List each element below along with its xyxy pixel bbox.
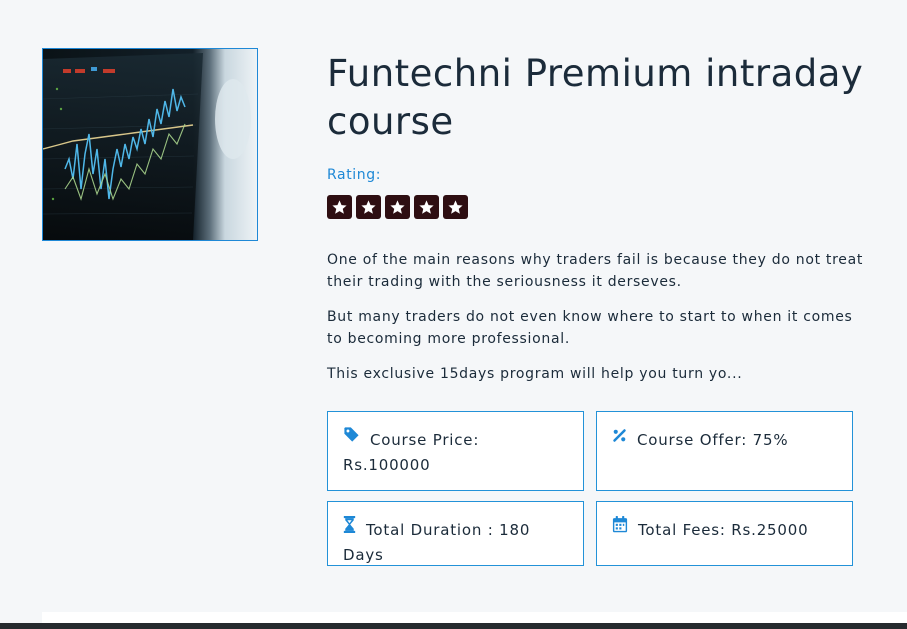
footer-bar — [0, 623, 907, 629]
star-icon — [443, 195, 468, 219]
percent-icon — [612, 426, 627, 450]
stock-chart-image — [43, 49, 257, 240]
star-rating — [327, 195, 872, 219]
total-fees-box: Total Fees: Rs.25000 — [596, 501, 853, 566]
total-duration-box: Total Duration : 180 Days — [327, 501, 584, 566]
rating-label: Rating: — [327, 167, 382, 183]
course-details: Funtechni Premium intraday course Rating… — [327, 50, 872, 398]
calendar-icon — [612, 515, 628, 540]
description-paragraph: But many traders do not even know where … — [327, 309, 853, 347]
star-icon — [327, 195, 352, 219]
course-price-text: Course Price: Rs.100000 — [343, 431, 480, 474]
star-icon — [385, 195, 410, 219]
total-duration-text: Total Duration : 180 Days — [343, 521, 531, 564]
course-price-box: Course Price: Rs.100000 — [327, 411, 584, 491]
description-paragraph: One of the main reasons why traders fail… — [327, 252, 864, 290]
hourglass-icon — [343, 515, 356, 540]
description-paragraph: This exclusive 15days program will help … — [327, 366, 743, 382]
page-title: Funtechni Premium intraday course — [327, 52, 864, 143]
course-offer-text: Course Offer: 75% — [637, 431, 789, 449]
course-offer-box: Course Offer: 75% — [596, 411, 853, 491]
course-image — [42, 48, 258, 241]
course-description: One of the main reasons why traders fail… — [327, 249, 872, 385]
star-icon — [414, 195, 439, 219]
tag-icon — [343, 426, 360, 450]
star-icon — [356, 195, 381, 219]
total-fees-text: Total Fees: Rs.25000 — [638, 521, 809, 539]
